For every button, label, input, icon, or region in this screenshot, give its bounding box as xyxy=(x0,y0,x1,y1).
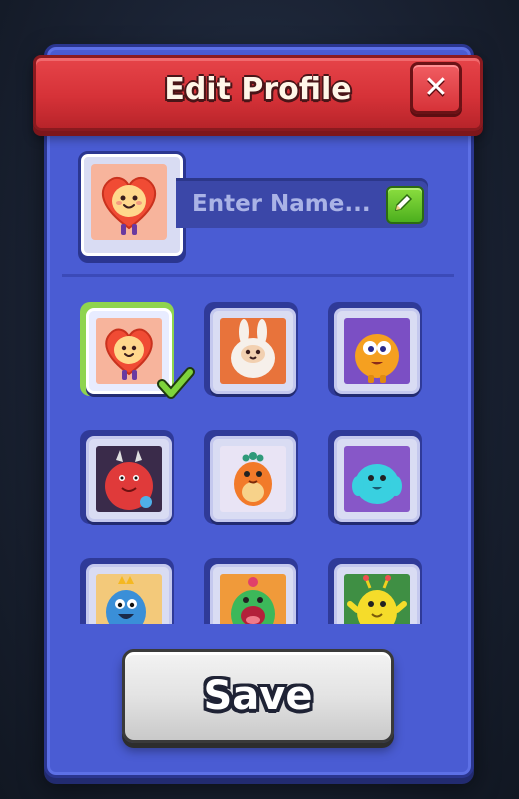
close-button[interactable]: ✕ xyxy=(410,62,462,114)
yellow-antenna-monster-avatar xyxy=(344,574,410,624)
name-bar xyxy=(176,178,428,228)
avatar-tile-heart-character[interactable] xyxy=(80,302,195,399)
avatar-tile-red-horned-monster[interactable] xyxy=(80,430,174,524)
avatar-frame xyxy=(210,436,296,522)
heart-character-avatar xyxy=(96,318,162,384)
avatar-tile-white-fluffy-bunny-monster[interactable] xyxy=(204,302,298,396)
save-button-label: Save xyxy=(203,673,313,719)
selected-avatar-preview xyxy=(78,151,186,259)
orange-dino-monster-avatar xyxy=(220,446,286,512)
avatar-frame xyxy=(334,564,420,624)
avatar-frame xyxy=(210,564,296,624)
avatar-frame xyxy=(86,436,172,522)
red-horned-monster-avatar xyxy=(96,446,162,512)
heart-character-avatar xyxy=(91,164,167,240)
orange-fuzzy-monster-avatar xyxy=(344,318,410,384)
avatar-tile-blue-crowned-monster[interactable] xyxy=(80,558,174,624)
avatar-tile-orange-fuzzy-monster[interactable] xyxy=(328,302,422,396)
edit-name-button[interactable] xyxy=(386,186,424,224)
avatar-frame xyxy=(86,564,172,624)
close-x-icon: ✕ xyxy=(423,70,449,105)
avatar-frame xyxy=(334,436,420,522)
green-cactus-monster-avatar xyxy=(220,574,286,624)
avatar-grid xyxy=(62,284,454,624)
avatar-tile-green-cactus-monster[interactable] xyxy=(204,558,298,624)
avatar-tile-orange-dino-monster[interactable] xyxy=(204,430,298,524)
avatar-frame xyxy=(334,308,420,394)
cyan-furry-monster-avatar xyxy=(344,446,410,512)
avatar-frame xyxy=(210,308,296,394)
check-icon xyxy=(157,367,195,399)
avatar-tile-yellow-antenna-monster[interactable] xyxy=(328,558,422,624)
white-fluffy-bunny-monster-avatar xyxy=(220,318,286,384)
blue-crowned-monster-avatar xyxy=(96,574,162,624)
name-input[interactable] xyxy=(190,186,374,222)
avatar-tile-cyan-furry-monster[interactable] xyxy=(328,430,422,524)
save-button[interactable]: Save xyxy=(122,649,394,743)
pencil-icon xyxy=(395,193,413,211)
